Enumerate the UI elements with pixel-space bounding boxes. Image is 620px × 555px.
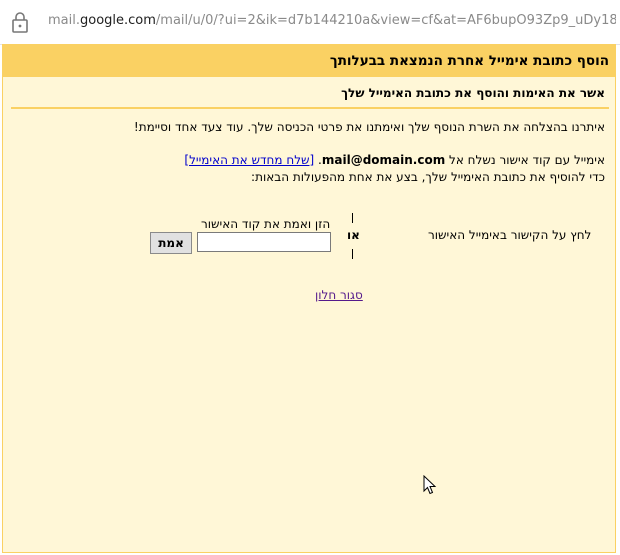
verification-code-input[interactable] — [197, 232, 331, 252]
dialog-window: הוסף כתובת אימייל אחרת הנמצאת בבעלותך אש… — [2, 44, 616, 553]
instruction-text: כדי להוסיף את כתובת האימייל שלך, בצע את … — [251, 170, 605, 184]
url-text[interactable]: mail.google.com/mail/u/0/?ui=2&ik=d7b144… — [48, 13, 616, 28]
dialog-title: הוסף כתובת אימייל אחרת הנמצאת בבעלותך — [329, 53, 609, 69]
divider-line — [11, 107, 609, 109]
url-host: google.com — [80, 13, 156, 28]
email-address: mail@domain.com — [321, 153, 446, 167]
sent-message: אימייל עם קוד אישור נשלח אל mail@domain.… — [184, 153, 605, 167]
or-label: או — [347, 228, 360, 242]
click-link-instruction: לחץ על הקישור באימייל האישור — [428, 228, 592, 242]
success-message: איתרנו בהצלחה את השרת הנוסף שלך ואימתנו … — [133, 120, 605, 134]
lock-icon — [12, 12, 28, 33]
dialog-title-bar: הוסף כתובת אימייל אחרת הנמצאת בבעלותך — [3, 45, 615, 77]
resend-email-link[interactable]: [שלח מחדש את האימייל] — [184, 153, 314, 167]
mouse-cursor-icon — [423, 475, 437, 495]
address-bar[interactable]: mail.google.com/mail/u/0/?ui=2&ik=d7b144… — [0, 0, 620, 45]
close-window-link[interactable]: סגור חלון — [315, 288, 363, 302]
code-label: הזן ואמת את קוד האישור — [201, 217, 331, 231]
or-divider: או — [347, 213, 360, 259]
verify-button[interactable]: אמת — [150, 232, 192, 254]
dialog-subtitle: אשר את האימות והוסף את כתובת האימייל שלך — [341, 86, 605, 100]
